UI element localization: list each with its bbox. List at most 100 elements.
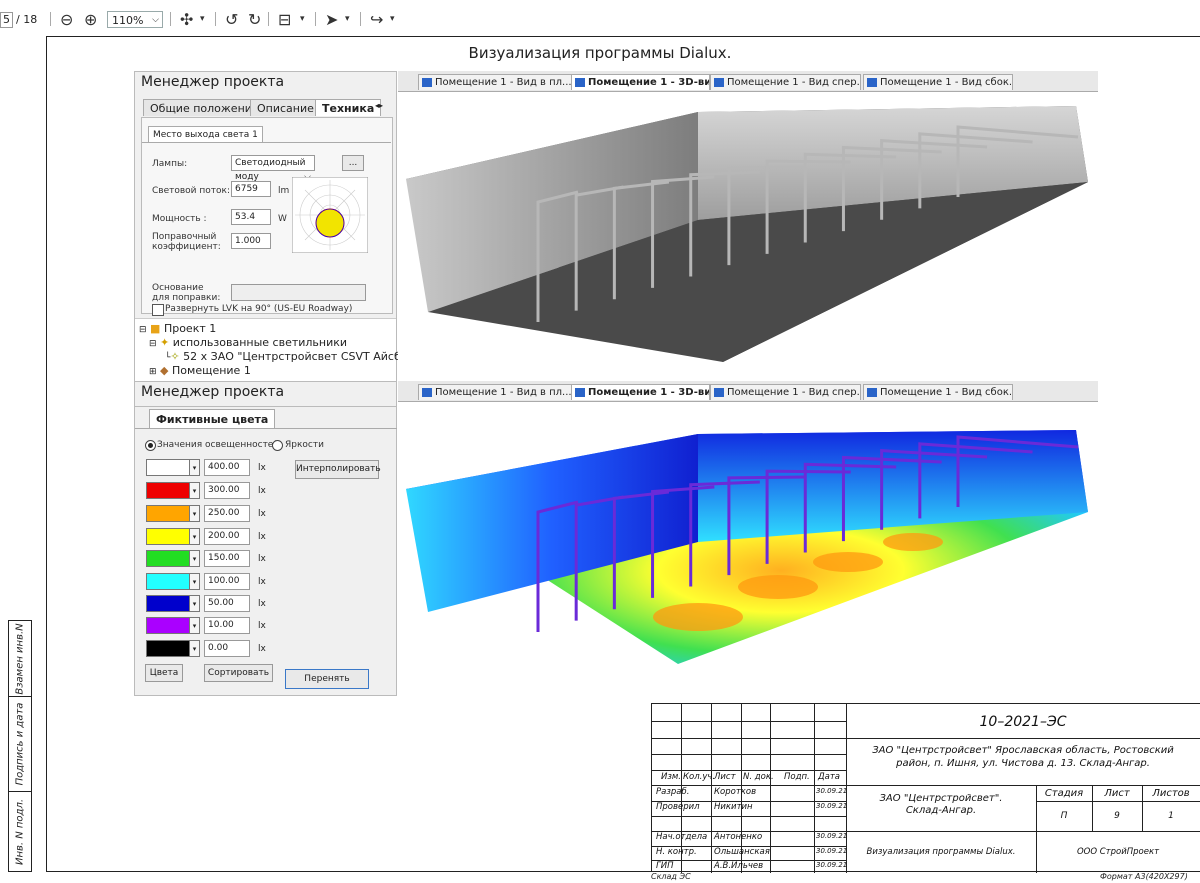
color-swatch[interactable]: [146, 459, 190, 476]
pan-icon[interactable]: ✣: [180, 10, 193, 29]
basis-field[interactable]: [231, 284, 366, 301]
stage-header: Стадия: [1044, 788, 1084, 799]
divider: [135, 428, 397, 429]
tree-item-project[interactable]: ⊟ ■ Проект 1: [139, 322, 216, 335]
zoom-in-icon[interactable]: ⊕: [84, 10, 97, 29]
sheets-header: Листов: [1152, 788, 1190, 799]
colors-button[interactable]: Цвета: [145, 664, 183, 682]
chevron-down-icon[interactable]: ▾: [300, 14, 305, 24]
radio-illuminance[interactable]: [145, 440, 156, 451]
flux-field[interactable]: 6759: [231, 181, 271, 197]
tab-front-view[interactable]: Помещение 1 - Вид спер...: [710, 74, 861, 90]
color-swatch[interactable]: [146, 528, 190, 545]
page-number-input[interactable]: 5: [0, 12, 13, 28]
project-manager-panel-top: Менеджер проекта Общие положения Описани…: [134, 71, 424, 381]
apply-button[interactable]: Перенять: [285, 669, 369, 689]
color-swatch[interactable]: [146, 482, 190, 499]
side-cell-inv: Инв. N подл.: [8, 791, 32, 872]
3d-view-false-colors[interactable]: [398, 402, 1098, 696]
sort-button[interactable]: Сортировать: [204, 664, 273, 682]
tab-side-view[interactable]: Помещение 1 - Вид сбок...: [863, 74, 1013, 90]
rotate-cw-icon[interactable]: ↻: [248, 10, 261, 29]
side-label: Подпись и дата: [14, 702, 26, 786]
chevron-down-icon[interactable]: ▾: [200, 14, 205, 24]
tab-description[interactable]: Описание: [250, 99, 321, 116]
tab-floor-plan-view[interactable]: Помещение 1 - Вид в пл...: [418, 74, 572, 90]
color-swatch[interactable]: [146, 550, 190, 567]
row-role: Разраб.: [656, 787, 690, 797]
color-value-field[interactable]: 50.00: [204, 595, 250, 612]
color-value-field[interactable]: 10.00: [204, 617, 250, 634]
color-swatch[interactable]: [146, 573, 190, 590]
color-value-field[interactable]: 300.00: [204, 482, 250, 499]
subtab-light-output[interactable]: Место выхода света 1: [148, 126, 263, 143]
tree-item-luminaire[interactable]: └✧ 52 x ЗАО "Центрстройсвет CSVT Айсберг…: [165, 350, 424, 363]
color-dropdown-icon[interactable]: ▾: [190, 617, 200, 634]
tab-side-view[interactable]: Помещение 1 - Вид сбок...: [863, 384, 1013, 400]
color-dropdown-icon[interactable]: ▾: [190, 528, 200, 545]
color-dropdown-icon[interactable]: ▾: [190, 482, 200, 499]
tree-item-room[interactable]: ⊞ ◆ Помещение 1: [149, 364, 251, 377]
tree-label: использованные светильники: [172, 336, 348, 349]
row-name: Никитин: [714, 802, 753, 812]
share-icon[interactable]: ↪: [370, 10, 383, 29]
tree-item-used-luminaires[interactable]: ⊟ ✦ использованные светильники: [149, 336, 347, 349]
coef-field[interactable]: 1.000: [231, 233, 271, 249]
tab-technique[interactable]: Техника: [315, 99, 382, 116]
color-value-field[interactable]: 150.00: [204, 550, 250, 567]
rotate-checkbox[interactable]: [152, 304, 164, 316]
color-swatch[interactable]: [146, 640, 190, 657]
zoom-out-icon[interactable]: ⊖: [60, 10, 73, 29]
row-date: 30.09.21: [816, 802, 848, 810]
color-value-field[interactable]: 400.00: [204, 459, 250, 476]
tab-floor-plan-view[interactable]: Помещение 1 - Вид в пл...: [418, 384, 572, 400]
tab-scroll-icon[interactable]: ◂▸: [375, 101, 383, 110]
color-value-field[interactable]: 250.00: [204, 505, 250, 522]
color-dropdown-icon[interactable]: ▾: [190, 595, 200, 612]
color-dropdown-icon[interactable]: ▾: [190, 550, 200, 567]
interpolate-button[interactable]: Интерполировать: [295, 460, 381, 479]
color-swatch[interactable]: [146, 595, 190, 612]
chevron-down-icon[interactable]: ▾: [345, 14, 350, 24]
zoom-select[interactable]: 110% ⌵: [107, 11, 163, 28]
side-cell-sign: Подпись и дата: [8, 696, 32, 791]
divider: [135, 406, 397, 407]
color-dropdown-icon[interactable]: ▾: [190, 640, 200, 657]
3d-view-grayscale[interactable]: [398, 92, 1098, 382]
flux-label: Световой поток:: [152, 186, 231, 196]
tree-label: 52 x ЗАО "Центрстройсвет CSVT Айсберг-: [183, 350, 425, 363]
document-code: 10–2021–ЭС: [979, 714, 1067, 730]
side-label: Инв. N подл.: [14, 798, 26, 865]
color-swatch[interactable]: [146, 617, 190, 634]
tab-false-colors[interactable]: Фиктивные цвета: [149, 409, 276, 428]
power-field[interactable]: 53.4: [231, 209, 271, 225]
row-role: Нач.отдела: [656, 832, 708, 842]
rotate-ccw-icon[interactable]: ↺: [225, 10, 238, 29]
side-label: Взамен инв.N: [14, 622, 26, 695]
tab-front-view[interactable]: Помещение 1 - Вид спер...: [710, 384, 861, 400]
radio-luminance-label: Яркости: [285, 440, 324, 450]
color-dropdown-icon[interactable]: ▾: [190, 459, 200, 476]
grid-line: [814, 704, 815, 873]
tab-3d-view[interactable]: Помещение 1 - 3D-вид: [571, 74, 710, 90]
fit-width-icon[interactable]: ⊟: [278, 10, 291, 29]
grid-line: [770, 704, 771, 873]
grid-line: [846, 738, 1200, 739]
chevron-down-icon[interactable]: ▾: [390, 14, 395, 24]
tab-general[interactable]: Общие положения: [143, 99, 266, 116]
tab-3d-view[interactable]: Помещение 1 - 3D-вид: [571, 384, 710, 400]
side-view-icon: [867, 388, 877, 397]
color-value-field[interactable]: 200.00: [204, 528, 250, 545]
page-title: Визуализация программы Dialux.: [468, 44, 732, 62]
color-swatch[interactable]: [146, 505, 190, 522]
color-dropdown-icon[interactable]: ▾: [190, 573, 200, 590]
org-description-line1: ЗАО "Центрстройсвет" Ярославская область…: [872, 745, 1174, 756]
color-value-field[interactable]: 0.00: [204, 640, 250, 657]
lamps-more-button[interactable]: ...: [342, 155, 364, 171]
select-cursor-icon[interactable]: ➤: [325, 10, 338, 29]
lamps-select[interactable]: Светодиодный моду⌵: [231, 155, 315, 182]
radio-luminance[interactable]: [272, 440, 283, 451]
lamps-label: Лампы:: [152, 159, 188, 169]
color-value-field[interactable]: 100.00: [204, 573, 250, 590]
color-dropdown-icon[interactable]: ▾: [190, 505, 200, 522]
